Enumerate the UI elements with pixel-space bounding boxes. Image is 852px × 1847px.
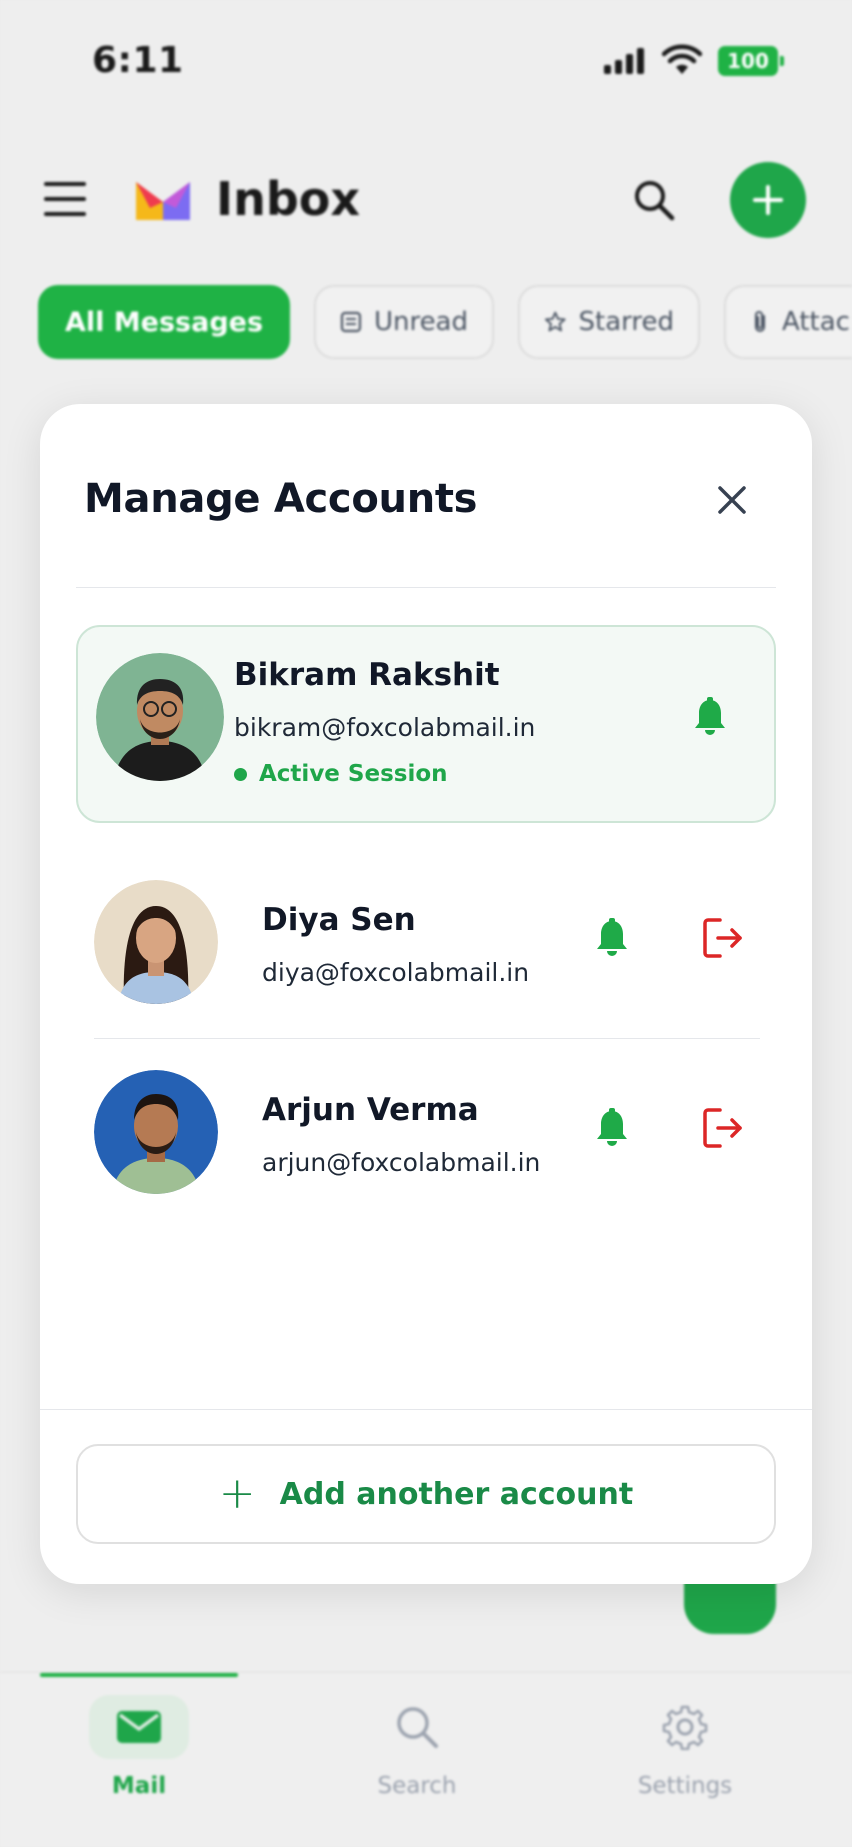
nav-label: Search bbox=[377, 1773, 457, 1799]
nav-label: Settings bbox=[637, 1773, 733, 1799]
bell-icon[interactable] bbox=[692, 697, 728, 737]
plus-icon bbox=[753, 185, 783, 215]
status-bar: 6:11 100 bbox=[0, 0, 852, 120]
bell-icon[interactable] bbox=[594, 918, 630, 958]
chip-label: All Messages bbox=[64, 306, 264, 338]
manage-accounts-modal: Manage Accounts Bikram Rakshit bikram@fo… bbox=[40, 404, 812, 1584]
avatar bbox=[94, 1070, 218, 1194]
status-time: 6:11 bbox=[92, 40, 184, 81]
account-email: bikram@foxcolabmail.in bbox=[234, 713, 536, 742]
active-session-badge: Active Session bbox=[234, 761, 448, 787]
mail-icon bbox=[117, 1711, 161, 1743]
account-email: diya@foxcolabmail.in bbox=[262, 958, 530, 987]
status-dot bbox=[234, 767, 247, 781]
search-icon[interactable] bbox=[632, 178, 676, 222]
chip-unread[interactable]: Unread bbox=[314, 285, 494, 359]
plus-icon: + bbox=[218, 1468, 256, 1519]
divider bbox=[76, 587, 776, 588]
nav-item-search[interactable]: Search bbox=[342, 1695, 492, 1815]
avatar bbox=[96, 653, 224, 781]
status-text: Active Session bbox=[259, 761, 448, 787]
signal-icon bbox=[604, 48, 646, 74]
chip-attachments[interactable]: Attac bbox=[724, 285, 852, 359]
account-card-active[interactable]: Bikram Rakshit bikram@foxcolabmail.in Ac… bbox=[76, 625, 776, 823]
nav-item-settings[interactable]: Settings bbox=[610, 1695, 760, 1815]
paperclip-icon bbox=[755, 311, 765, 332]
account-email: arjun@foxcolabmail.in bbox=[262, 1148, 541, 1177]
account-name: Diya Sen bbox=[262, 902, 416, 938]
battery-indicator: 100 bbox=[718, 46, 784, 76]
logout-icon[interactable] bbox=[702, 1106, 744, 1150]
logout-icon[interactable] bbox=[702, 916, 744, 960]
filter-chips: All Messages Unread Starred Attac bbox=[38, 285, 852, 361]
divider bbox=[40, 1409, 812, 1410]
bell-icon[interactable] bbox=[594, 1108, 630, 1148]
chip-starred[interactable]: Starred bbox=[518, 285, 700, 359]
app-logo-icon bbox=[136, 182, 190, 220]
account-name: Arjun Verma bbox=[262, 1092, 479, 1128]
chip-label: Attac bbox=[782, 307, 850, 337]
divider bbox=[94, 1038, 760, 1039]
close-icon[interactable] bbox=[712, 480, 752, 520]
chip-label: Unread bbox=[373, 307, 468, 337]
gear-icon bbox=[662, 1705, 708, 1750]
account-name: Bikram Rakshit bbox=[234, 657, 500, 693]
add-account-button[interactable]: + Add another account bbox=[76, 1444, 776, 1544]
chip-all-messages[interactable]: All Messages bbox=[38, 285, 290, 359]
chip-label: Starred bbox=[578, 307, 674, 337]
bottom-navigation: Mail Search Settings bbox=[0, 1672, 852, 1847]
nav-item-mail[interactable]: Mail bbox=[64, 1695, 214, 1815]
new-button[interactable] bbox=[730, 162, 806, 238]
nav-active-indicator bbox=[40, 1673, 238, 1677]
menu-icon[interactable] bbox=[44, 182, 86, 216]
star-icon bbox=[544, 311, 566, 332]
page-title: Inbox bbox=[216, 172, 361, 226]
search-icon bbox=[397, 1707, 438, 1748]
nav-label: Mail bbox=[111, 1773, 167, 1799]
avatar bbox=[94, 880, 218, 1004]
add-account-label: Add another account bbox=[279, 1476, 634, 1512]
wifi-icon bbox=[662, 44, 702, 74]
inbox-icon bbox=[340, 311, 362, 333]
modal-title: Manage Accounts bbox=[84, 476, 478, 522]
top-app-bar: Inbox bbox=[0, 150, 852, 250]
